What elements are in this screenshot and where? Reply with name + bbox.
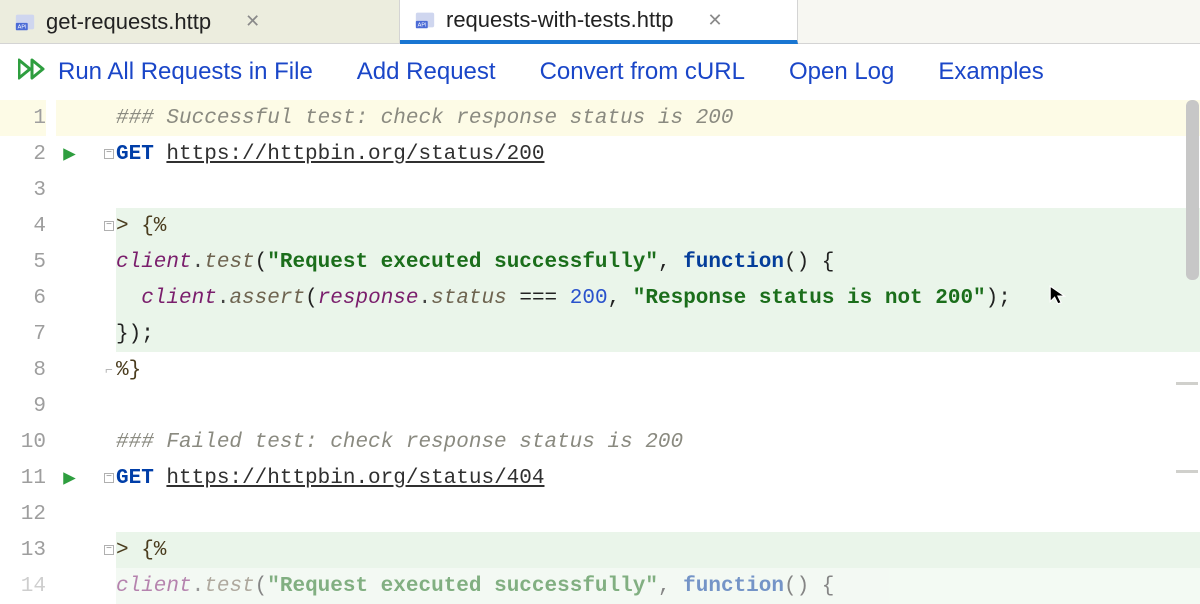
run-request-icon[interactable] [56, 460, 102, 496]
run-gutter [56, 100, 102, 600]
fold-toggle-icon[interactable]: − [104, 149, 114, 159]
close-icon[interactable]: ✕ [245, 11, 260, 32]
run-all-icon [18, 58, 48, 87]
tab-get-requests[interactable]: API get-requests.http ✕ [0, 0, 400, 43]
script-open: > {% [116, 215, 166, 238]
close-icon[interactable]: ✕ [707, 10, 722, 31]
http-toolbar: Run All Requests in File Add Request Con… [0, 44, 1200, 100]
fold-toggle-icon[interactable]: − [104, 545, 114, 555]
fold-end-icon: ⌐ [105, 363, 113, 378]
script-open: > {% [116, 539, 166, 562]
code-editor[interactable]: 1 2 3 4 5 6 7 8 9 10 11 12 13 14 − − ⌐ [0, 100, 1200, 600]
fold-toggle-icon[interactable]: − [104, 473, 114, 483]
tab-requests-with-tests[interactable]: API requests-with-tests.http ✕ [400, 0, 798, 44]
http-file-icon: API [14, 11, 36, 33]
http-method: GET [116, 143, 154, 166]
add-request-button[interactable]: Add Request [357, 58, 496, 86]
run-all-label: Run All Requests in File [58, 58, 313, 86]
fold-toggle-icon[interactable]: − [104, 221, 114, 231]
http-file-icon: API [414, 9, 436, 31]
editor-tabs: API get-requests.http ✕ API requests-wit… [0, 0, 1200, 44]
examples-button[interactable]: Examples [938, 58, 1043, 86]
http-url: https://httpbin.org/status/404 [166, 467, 544, 490]
code-comment: ### Successful test: check response stat… [116, 107, 734, 130]
svg-text:API: API [18, 24, 27, 30]
convert-curl-button[interactable]: Convert from cURL [540, 58, 745, 86]
vertical-scrollbar[interactable] [1185, 100, 1200, 600]
tab-label: get-requests.http [46, 9, 211, 35]
open-log-button[interactable]: Open Log [789, 58, 894, 86]
line-number-gutter: 1 2 3 4 5 6 7 8 9 10 11 12 13 14 [0, 100, 56, 600]
tab-label: requests-with-tests.http [446, 7, 673, 33]
http-method: GET [116, 467, 154, 490]
fold-gutter: − − ⌐ − − [102, 100, 116, 600]
run-all-requests-button[interactable]: Run All Requests in File [18, 58, 313, 87]
svg-text:API: API [418, 22, 427, 28]
run-request-icon[interactable] [56, 136, 102, 172]
code-comment: ### Failed test: check response status i… [116, 431, 683, 454]
http-url: https://httpbin.org/status/200 [166, 143, 544, 166]
script-close: %} [116, 359, 141, 382]
scrollbar-thumb[interactable] [1186, 100, 1199, 280]
code-text-area[interactable]: ### Successful test: check response stat… [116, 100, 1200, 600]
